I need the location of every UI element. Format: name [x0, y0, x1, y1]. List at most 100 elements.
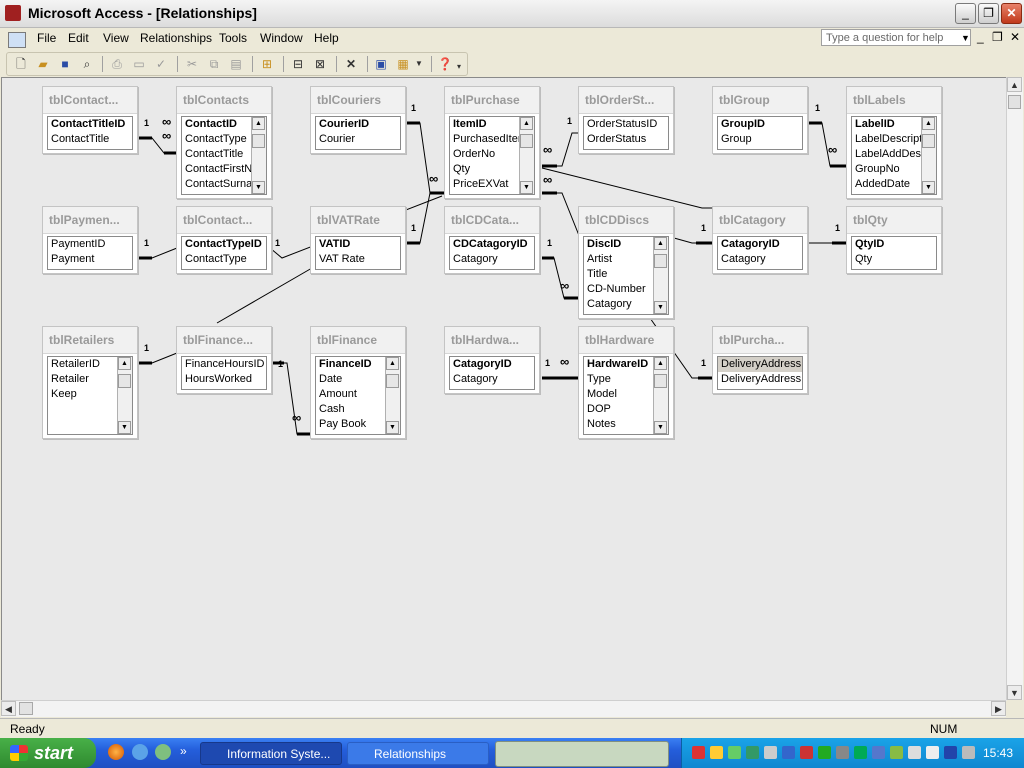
show-all-icon[interactable]: ⊠ [312, 56, 328, 72]
field-scroll-thumb[interactable] [654, 374, 667, 388]
field-item[interactable]: OrderStatusID [584, 117, 668, 132]
tray-icon-1[interactable] [692, 746, 705, 759]
field-list-scrollbar[interactable]: ▲ ▼ [117, 357, 132, 434]
menu-file[interactable]: File [37, 31, 56, 45]
field-item[interactable]: Catagory [450, 252, 534, 267]
table-title[interactable]: tblGroup [713, 87, 807, 114]
tray-icon-14[interactable] [926, 746, 939, 759]
field-item[interactable]: CourierID [316, 117, 400, 132]
table-1[interactable]: tblContacts ContactID ContactType ContactTi… [176, 86, 272, 199]
field-list[interactable]: OrderStatusID OrderStatus [583, 116, 669, 150]
field-list-scrollbar[interactable]: ▲ ▼ [385, 357, 400, 434]
access-app-icon[interactable] [5, 5, 21, 21]
field-list[interactable]: GroupID Group [717, 116, 803, 150]
print-preview-icon[interactable]: ⌕ [79, 56, 95, 72]
field-item[interactable]: PaymentID [48, 237, 132, 252]
scroll-down-icon[interactable]: ▼ [1007, 685, 1022, 700]
field-scroll-down-icon[interactable]: ▼ [654, 421, 667, 434]
field-item[interactable]: Catagory [718, 252, 802, 267]
field-list[interactable]: PaymentID Payment [47, 236, 133, 270]
table-13[interactable]: tblQty QtyID Qty [846, 206, 942, 274]
field-list[interactable]: CatagoryID Catagory [717, 236, 803, 270]
table-3[interactable]: tblPurchase ItemID PurchasedIter OrderNo Qty… [444, 86, 540, 199]
tray-icon-16[interactable] [962, 746, 975, 759]
tray-icon-11[interactable] [872, 746, 885, 759]
field-item[interactable]: Payment [48, 252, 132, 267]
media-player-icon[interactable] [155, 744, 171, 760]
ie-icon[interactable] [132, 744, 148, 760]
relationships-window-icon[interactable] [8, 32, 26, 48]
field-list[interactable]: ContactTypeID ContactType [181, 236, 267, 270]
field-list[interactable]: FinanceID Date Amount Cash Pay Book ▲ ▼ [315, 356, 401, 435]
table-19[interactable]: tblPurcha... DeliveryAddressI DeliveryAddr… [712, 326, 808, 394]
task-information-system[interactable]: Information Syste... [200, 742, 342, 765]
help-dropdown-arrow-icon[interactable]: ▼ [961, 33, 970, 43]
menu-view[interactable]: View [103, 31, 129, 45]
field-item[interactable]: GroupID [718, 117, 802, 132]
field-list[interactable]: CatagoryID Catagory [449, 356, 535, 390]
scroll-right-icon[interactable]: ▶ [991, 701, 1006, 716]
field-scroll-up-icon[interactable]: ▲ [654, 237, 667, 250]
field-scroll-down-icon[interactable]: ▼ [520, 181, 533, 194]
field-item[interactable]: Group [718, 132, 802, 147]
field-item[interactable]: ContactTitleID [48, 117, 132, 132]
horizontal-scrollbar[interactable]: ◀ ▶ [1, 700, 1006, 717]
field-scroll-thumb[interactable] [654, 254, 667, 268]
field-scroll-up-icon[interactable]: ▲ [654, 357, 667, 370]
vertical-scrollbar[interactable]: ▲ ▼ [1006, 77, 1023, 700]
table-10[interactable]: tblCDCata... CDCatagoryID Catagory [444, 206, 540, 274]
tray-icon-13[interactable] [908, 746, 921, 759]
field-item[interactable]: VAT Rate [316, 252, 400, 267]
tray-icon-5[interactable] [764, 746, 777, 759]
task-relationships[interactable]: Relationships [347, 742, 489, 765]
field-list-scrollbar[interactable]: ▲ ▼ [251, 117, 266, 194]
cut-icon[interactable]: ✂ [184, 56, 200, 72]
table-8[interactable]: tblContact... ContactTypeID ContactType [176, 206, 272, 274]
table-title[interactable]: tblCDDiscs [579, 207, 673, 234]
field-scroll-up-icon[interactable]: ▲ [922, 117, 935, 130]
doc-close-button[interactable]: ✕ [1010, 30, 1020, 44]
field-list[interactable]: QtyID Qty [851, 236, 937, 270]
field-item[interactable]: OrderStatus [584, 132, 668, 147]
show-table-icon[interactable]: ⊞ [259, 56, 275, 72]
field-scroll-thumb[interactable] [386, 374, 399, 388]
table-2[interactable]: tblCouriers CourierID Courier [310, 86, 406, 154]
table-title[interactable]: tblCouriers [311, 87, 405, 114]
menu-tools[interactable]: Tools [219, 31, 247, 45]
scroll-left-icon[interactable]: ◀ [1, 701, 16, 716]
field-list[interactable]: ItemID PurchasedIter OrderNo Qty PriceEXVat ▲… [449, 116, 535, 195]
field-item[interactable]: QtyID [852, 237, 936, 252]
table-4[interactable]: tblOrderSt... OrderStatusID OrderStatus [578, 86, 674, 154]
field-scroll-down-icon[interactable]: ▼ [922, 181, 935, 194]
doc-minimize-button[interactable]: _ [977, 30, 984, 44]
tray-icon-7[interactable] [800, 746, 813, 759]
field-scroll-down-icon[interactable]: ▼ [252, 181, 265, 194]
tray-icon-15[interactable] [944, 746, 957, 759]
table-14[interactable]: tblRetailers RetailerID Retailer Keep ▲ ▼ [42, 326, 138, 439]
field-scroll-down-icon[interactable]: ▼ [118, 421, 131, 434]
field-item[interactable]: ContactTypeID [182, 237, 266, 252]
table-title[interactable]: tblQty [847, 207, 941, 234]
field-item[interactable]: HoursWorked [182, 372, 266, 387]
copy-icon[interactable]: ⧉ [206, 56, 222, 72]
database-window-icon[interactable]: ▣ [373, 56, 389, 72]
field-item[interactable]: Courier [316, 132, 400, 147]
field-list[interactable]: DiscID Artist Title CD-Number Catagory ▲ ▼ [583, 236, 669, 315]
vertical-scroll-thumb[interactable] [1008, 95, 1021, 109]
table-title[interactable]: tblContacts [177, 87, 271, 114]
table-title[interactable]: tblContact... [43, 87, 137, 114]
field-list[interactable]: LabelID LabelDescription LabelAddDescript G… [851, 116, 937, 195]
field-scroll-up-icon[interactable]: ▲ [252, 117, 265, 130]
toolbar-options-icon[interactable]: ▾ [451, 59, 467, 75]
table-12[interactable]: tblCatagory CatagoryID Catagory [712, 206, 808, 274]
horizontal-scroll-thumb[interactable] [19, 702, 33, 715]
start-button[interactable]: start [0, 738, 96, 768]
field-list[interactable]: ContactID ContactType ContactTitle ContactF… [181, 116, 267, 195]
tray-icon-2[interactable] [710, 746, 723, 759]
table-title[interactable]: tblCatagory [713, 207, 807, 234]
delete-icon[interactable]: ✕ [343, 56, 359, 72]
field-item[interactable]: Qty [852, 252, 936, 267]
save-icon[interactable]: ■ [57, 56, 73, 72]
firefox-icon[interactable] [108, 744, 124, 760]
field-scroll-thumb[interactable] [252, 134, 265, 148]
